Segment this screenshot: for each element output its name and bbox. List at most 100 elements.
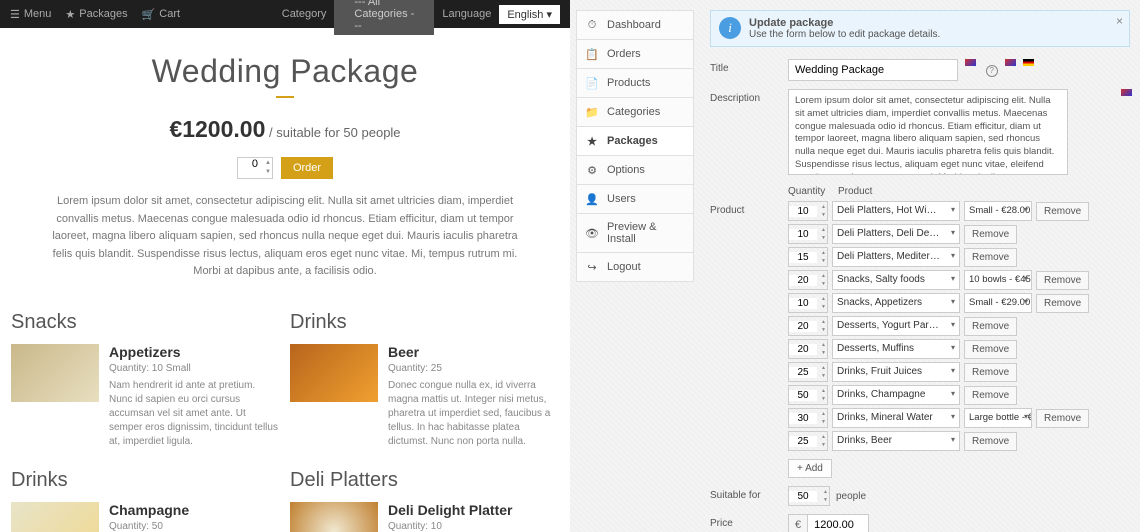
remove-button[interactable]: Remove: [964, 248, 1017, 267]
product-select[interactable]: Drinks, Champagne: [832, 385, 960, 405]
flag-desc-icon[interactable]: [1121, 89, 1132, 96]
package-description: Lorem ipsum dolor sit amet, consectetur …: [50, 193, 520, 281]
language-select[interactable]: English ▾: [499, 5, 560, 24]
qty-input[interactable]: ▲▼: [788, 408, 828, 428]
remove-button[interactable]: Remove: [964, 363, 1017, 382]
item-name: Appetizers: [109, 344, 280, 360]
remove-button[interactable]: Remove: [964, 432, 1017, 451]
item-image: [11, 502, 99, 532]
product-select[interactable]: Drinks, Beer: [832, 431, 960, 451]
sidebar-item-users[interactable]: 👤Users: [576, 184, 694, 213]
remove-button[interactable]: Remove: [964, 225, 1017, 244]
notice-title: Update package: [749, 17, 940, 29]
size-select[interactable]: Large bottle - €5.5: [964, 408, 1032, 428]
users-icon: 👤: [585, 192, 599, 206]
suitable-label: Suitable for: [710, 486, 788, 501]
product-row: ▲▼ Drinks, Mineral Water Large bottle - …: [788, 408, 1130, 428]
flag-en2-icon[interactable]: [1005, 59, 1016, 66]
qty-input[interactable]: ▲▼: [788, 224, 828, 244]
products-icon: 📄: [585, 76, 599, 90]
remove-button[interactable]: Remove: [964, 386, 1017, 405]
qty-input[interactable]: ▲▼: [788, 247, 828, 267]
sidebar-item-dashboard[interactable]: ⏱Dashboard: [576, 10, 694, 39]
product-select[interactable]: Desserts, Yogurt Parfaits: [832, 316, 960, 336]
sidebar-item-categories[interactable]: 📁Categories: [576, 97, 694, 126]
qty-input[interactable]: ▲▼: [788, 362, 828, 382]
notice-close-icon[interactable]: ×: [1116, 14, 1123, 28]
flag-en-icon[interactable]: [965, 59, 976, 66]
qty-input[interactable]: ▲▼: [788, 339, 828, 359]
remove-button[interactable]: Remove: [1036, 271, 1089, 290]
cart-link[interactable]: 🛒 Cart: [142, 8, 180, 21]
sidebar-item-products[interactable]: 📄Products: [576, 68, 694, 97]
qty-input[interactable]: ▲▼: [788, 201, 828, 221]
size-select[interactable]: 10 bowls - €45.00: [964, 270, 1032, 290]
product-select[interactable]: Drinks, Mineral Water: [832, 408, 960, 428]
product-row: ▲▼ Deli Platters, Hot Wing Party P... Sm…: [788, 201, 1130, 221]
product-row: ▲▼ Desserts, Muffins Remove: [788, 339, 1130, 359]
qty-input[interactable]: ▲▼: [788, 316, 828, 336]
category-select[interactable]: --- All Categories ---: [334, 0, 434, 35]
product-select[interactable]: Deli Platters, Deli Delight Platter: [832, 224, 960, 244]
section-title: Drinks: [290, 311, 559, 334]
qty-input[interactable]: ▲▼: [788, 293, 828, 313]
title-label: Title: [710, 59, 788, 74]
order-button[interactable]: Order: [281, 157, 333, 179]
sidebar-item-logout[interactable]: ↪Logout: [576, 252, 694, 282]
remove-button[interactable]: Remove: [1036, 202, 1089, 221]
price-input[interactable]: [807, 514, 869, 532]
price-label: Price: [710, 514, 788, 529]
sidebar-item-packages[interactable]: ★Packages: [576, 126, 694, 155]
preview & install-icon: 👁: [585, 226, 599, 240]
package-price-row: €1200.00 / suitable for 50 people: [10, 116, 560, 143]
product-select[interactable]: Snacks, Appetizers: [832, 293, 960, 313]
update-notice: i Update package Use the form below to e…: [710, 10, 1130, 47]
order-qty-input[interactable]: ▲▼: [237, 157, 273, 179]
frontend-topbar: ☰ Menu ★ Packages 🛒 Cart Category --- Al…: [0, 0, 570, 28]
item-qty: Quantity: 25: [388, 363, 559, 374]
qty-input[interactable]: ▲▼: [788, 385, 828, 405]
quantity-header: Quantity: [788, 186, 838, 197]
remove-button[interactable]: Remove: [964, 317, 1017, 336]
categories-icon: 📁: [585, 105, 599, 119]
product-row: ▲▼ Snacks, Appetizers Small - €29.00 Rem…: [788, 293, 1130, 313]
form-panel: i Update package Use the form below to e…: [700, 0, 1140, 532]
menu-link[interactable]: ☰ Menu: [10, 8, 51, 21]
item-qty: Quantity: 10: [388, 521, 559, 532]
packages-link[interactable]: ★ Packages: [65, 8, 127, 21]
notice-text: Use the form below to edit package detai…: [749, 29, 940, 40]
orders-icon: 📋: [585, 47, 599, 61]
suitable-input[interactable]: ▲▼: [788, 486, 830, 506]
frontend-preview: ☰ Menu ★ Packages 🛒 Cart Category --- Al…: [0, 0, 570, 532]
people-label: people: [836, 491, 866, 502]
qty-input[interactable]: ▲▼: [788, 431, 828, 451]
logout-icon: ↪: [585, 260, 599, 274]
package-title: Wedding Package: [10, 53, 560, 90]
sidebar-item-preview-install[interactable]: 👁Preview & Install: [576, 213, 694, 252]
item-name: Deli Delight Platter: [388, 502, 559, 518]
description-textarea[interactable]: [788, 89, 1068, 175]
title-input[interactable]: [788, 59, 958, 81]
product-row: ▲▼ Desserts, Yogurt Parfaits Remove: [788, 316, 1130, 336]
sidebar-item-options[interactable]: ⚙Options: [576, 155, 694, 184]
size-select[interactable]: Small - €29.00: [964, 293, 1032, 313]
item-qty: Quantity: 50: [109, 521, 280, 532]
remove-button[interactable]: Remove: [1036, 409, 1089, 428]
product-select[interactable]: Drinks, Fruit Juices: [832, 362, 960, 382]
remove-button[interactable]: Remove: [964, 340, 1017, 359]
help-icon[interactable]: ?: [986, 65, 998, 77]
sidebar-item-orders[interactable]: 📋Orders: [576, 39, 694, 68]
qty-input[interactable]: ▲▼: [788, 270, 828, 290]
flag-de-icon[interactable]: [1023, 59, 1034, 66]
add-product-button[interactable]: + Add: [788, 459, 832, 478]
product-select[interactable]: Snacks, Salty foods: [832, 270, 960, 290]
product-select[interactable]: Deli Platters, Mediterranean Pl...: [832, 247, 960, 267]
currency-prefix: €: [788, 514, 807, 532]
item-image: [290, 502, 378, 532]
remove-button[interactable]: Remove: [1036, 294, 1089, 313]
product-label: Product: [710, 201, 788, 216]
size-select[interactable]: Small - €28.00: [964, 201, 1032, 221]
product-select[interactable]: Desserts, Muffins: [832, 339, 960, 359]
item-desc: Nam hendrerit id ante at pretium. Nunc i…: [109, 379, 280, 449]
product-select[interactable]: Deli Platters, Hot Wing Party P...: [832, 201, 960, 221]
